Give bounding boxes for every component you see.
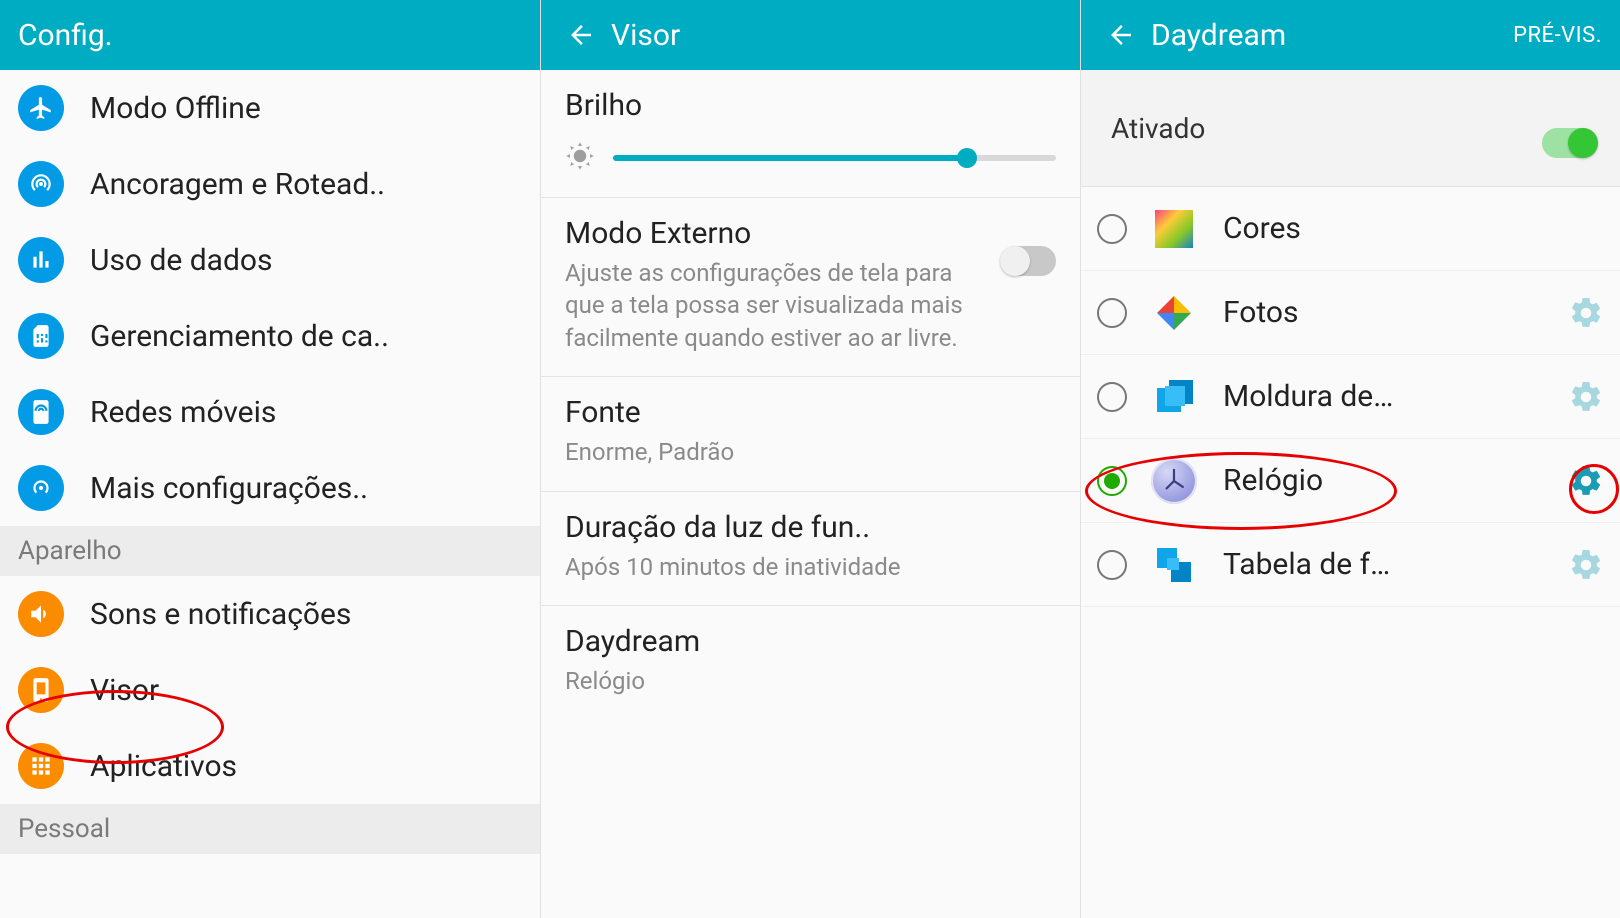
appbar-visor: Visor: [541, 0, 1080, 70]
brightness-icon: [565, 141, 595, 175]
display-icon: [18, 667, 64, 713]
list-item-label: Modo Offline: [90, 91, 522, 126]
dd-item-label: Cores: [1223, 211, 1568, 246]
apps-icon: [18, 743, 64, 789]
table-icon: [1151, 542, 1197, 588]
photos-icon: [1151, 290, 1197, 336]
more-icon: [18, 465, 64, 511]
slider-track[interactable]: [613, 155, 1056, 161]
slider-fill: [613, 155, 967, 161]
outdoor-title: Modo Externo: [565, 216, 984, 251]
daydream-item-cores[interactable]: Cores: [1081, 187, 1620, 271]
outdoor-desc: Ajuste as configurações de tela para que…: [565, 257, 984, 354]
bar-chart-icon: [18, 237, 64, 283]
dd-item-label: Relógio: [1223, 463, 1558, 498]
backlight-block[interactable]: Duração da luz de fun.. Após 10 minutos …: [541, 492, 1080, 606]
clock-icon: [1151, 458, 1197, 504]
outdoor-block[interactable]: Modo Externo Ajuste as configurações de …: [541, 198, 1080, 377]
list-item-label: Gerenciamento de ca..: [90, 319, 522, 354]
slider-thumb[interactable]: [957, 148, 977, 168]
dd-item-label: Tabela de f…: [1223, 547, 1558, 582]
colors-icon: [1151, 206, 1197, 252]
brightness-label: Brilho: [565, 88, 1056, 123]
section-aparelho: Aparelho: [0, 526, 540, 576]
gear-icon[interactable]: [1568, 295, 1604, 331]
radio[interactable]: [1097, 298, 1127, 328]
backlight-sub: Após 10 minutos de inatividade: [565, 551, 1056, 583]
status-label: Ativado: [1111, 112, 1205, 145]
daydream-panel: Daydream PRÉ-VIS. Ativado Cores Fotos: [1080, 0, 1620, 918]
appbar-title: Visor: [611, 18, 1062, 53]
daydream-item-fotos[interactable]: Fotos: [1081, 271, 1620, 355]
appbar-config: Config.: [0, 0, 540, 70]
list-item-label: Ancoragem e Rotead..: [90, 167, 522, 202]
list-item-airplane[interactable]: Modo Offline: [0, 70, 540, 146]
settings-list: Modo Offline Ancoragem e Rotead.. Uso de…: [0, 70, 540, 854]
list-item-label: Uso de dados: [90, 243, 522, 278]
font-sub: Enorme, Padrão: [565, 436, 1056, 468]
appbar-title: Daydream: [1151, 18, 1513, 53]
brightness-block[interactable]: Brilho: [541, 70, 1080, 198]
list-item-sounds[interactable]: Sons e notificações: [0, 576, 540, 652]
list-item-label: Visor: [90, 673, 522, 708]
sound-icon: [18, 591, 64, 637]
daydream-item-moldura[interactable]: Moldura de…: [1081, 355, 1620, 439]
font-title: Fonte: [565, 395, 1056, 430]
list-item-more[interactable]: Mais configurações..: [0, 450, 540, 526]
font-block[interactable]: Fonte Enorme, Padrão: [541, 377, 1080, 491]
hotspot-icon: [18, 161, 64, 207]
brightness-slider[interactable]: [565, 141, 1056, 175]
list-item-visor[interactable]: Visor: [0, 652, 540, 728]
status-row[interactable]: Ativado: [1081, 70, 1620, 187]
daydream-item-tabela[interactable]: Tabela de f…: [1081, 523, 1620, 607]
back-icon[interactable]: [559, 20, 603, 50]
list-item-label: Sons e notificações: [90, 597, 522, 632]
backlight-title: Duração da luz de fun..: [565, 510, 1056, 545]
list-item-hotspot[interactable]: Ancoragem e Rotead..: [0, 146, 540, 222]
gear-icon[interactable]: [1568, 547, 1604, 583]
daydream-title: Daydream: [565, 624, 1056, 659]
sim-icon: [18, 313, 64, 359]
outdoor-switch[interactable]: [1000, 246, 1056, 276]
list-item-label: Redes móveis: [90, 395, 522, 430]
daydream-item-relogio[interactable]: Relógio: [1081, 439, 1620, 523]
list-item-mobile[interactable]: Redes móveis: [0, 374, 540, 450]
frame-icon: [1151, 374, 1197, 420]
daydream-block[interactable]: Daydream Relógio: [541, 606, 1080, 719]
gear-icon[interactable]: [1568, 379, 1604, 415]
radio[interactable]: [1097, 214, 1127, 244]
back-icon[interactable]: [1099, 20, 1143, 50]
preview-action[interactable]: PRÉ-VIS.: [1513, 23, 1602, 48]
radio[interactable]: [1097, 550, 1127, 580]
daydream-switch[interactable]: [1542, 128, 1598, 158]
appbar-title: Config.: [18, 18, 522, 53]
list-item-sim[interactable]: Gerenciamento de ca..: [0, 298, 540, 374]
list-item-datausage[interactable]: Uso de dados: [0, 222, 540, 298]
settings-panel: Config. Modo Offline Ancoragem e Rotead.…: [0, 0, 540, 918]
annotation-daydream-arc: [540, 771, 604, 898]
mobile-network-icon: [18, 389, 64, 435]
dd-item-label: Fotos: [1223, 295, 1558, 330]
gear-icon[interactable]: [1568, 463, 1604, 499]
daydream-sub: Relógio: [565, 665, 1056, 697]
list-item-label: Aplicativos: [90, 749, 522, 784]
list-item-apps[interactable]: Aplicativos: [0, 728, 540, 804]
visor-panel: Visor Brilho Modo Externo Ajuste as conf…: [540, 0, 1080, 918]
radio[interactable]: [1097, 382, 1127, 412]
dd-item-label: Moldura de…: [1223, 379, 1558, 414]
airplane-icon: [18, 85, 64, 131]
section-pessoal: Pessoal: [0, 804, 540, 854]
list-item-label: Mais configurações..: [90, 471, 522, 506]
appbar-daydream: Daydream PRÉ-VIS.: [1081, 0, 1620, 70]
radio[interactable]: [1097, 466, 1127, 496]
